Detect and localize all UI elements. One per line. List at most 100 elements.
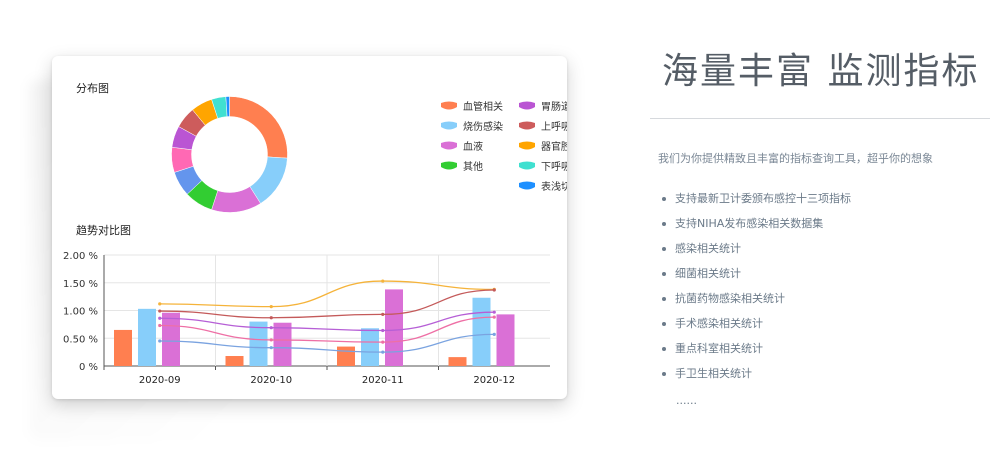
bar[interactable] [337,346,355,366]
bar[interactable] [361,328,379,366]
page-headline: 海量丰富 监测指标 [662,51,980,92]
line-point [158,309,162,313]
line-point [492,310,496,314]
dashboard-card: 分布图 血管相关烧伤感染血液其他 胃肠道上呼吸道器官腔隙下呼吸道表浅切口 趋势对比… [52,56,567,399]
line-point [381,340,385,344]
donut-chart [171,96,288,213]
y-tick-label: 1.00 % [63,307,98,318]
bullet-icon [662,347,666,351]
line-point [269,346,273,350]
legend-item[interactable]: 表浅切口 [517,178,567,193]
line-point [381,312,385,316]
feature-item: 手卫生相关统计 [662,367,851,392]
feature-label: 重点科室相关统计 [675,342,763,355]
bar[interactable] [385,289,403,366]
bar[interactable] [496,314,515,366]
line-point [381,350,385,354]
feature-label: 细菌相关统计 [675,267,741,280]
feature-label: 支持最新卫计委颁布感控十三项指标 [675,192,851,205]
legend-swatch-icon [439,100,463,112]
bullet-icon [662,222,666,226]
x-tick-label: 2020-12 [473,375,515,386]
line-point [381,279,385,283]
bar[interactable] [225,356,244,366]
legend-swatch-icon [439,140,463,152]
legend-item[interactable]: 血液 [439,138,483,153]
feature-item: 支持NIHA发布感染相关数据集 [662,217,851,242]
legend-item[interactable]: 下呼吸道 [517,158,567,173]
legend-swatch-icon [517,180,541,192]
legend-swatch-icon [439,160,463,172]
x-tick-label: 2020-10 [250,375,292,386]
legend-swatch-icon [439,120,463,132]
legend-item[interactable]: 烧伤感染 [439,118,503,133]
line-point [269,326,273,330]
legend-item[interactable]: 器官腔隙 [517,138,567,153]
y-tick-label: 1.50 % [63,279,98,290]
bullet-icon [662,372,666,376]
line-point [269,338,273,342]
bar[interactable] [162,312,180,366]
legend-label: 血管相关 [463,102,503,113]
feature-item: 手术感染相关统计 [662,317,851,342]
bar[interactable] [273,322,292,366]
legend-label: 器官腔隙 [541,142,567,153]
bullet-icon [662,197,666,201]
bar[interactable] [472,297,491,366]
line-point [158,316,162,320]
bar[interactable] [138,308,156,366]
feature-label: 手卫生相关统计 [675,367,752,380]
legend-swatch-icon [517,140,541,152]
feature-item: 细菌相关统计 [662,267,851,292]
line-point [492,315,496,319]
legend-label: 胃肠道 [541,102,567,113]
legend-item[interactable]: 血管相关 [439,98,503,113]
legend-swatch-icon [517,100,541,112]
legend-label: 烧伤感染 [463,122,503,133]
bullet-icon [662,322,666,326]
line-point [158,339,162,343]
page-subtitle: 我们为你提供精致且丰富的指标查询工具，超乎你的想象 [658,152,933,165]
trend-title: 趋势对比图 [76,224,131,237]
feature-item: 支持最新卫计委颁布感控十三项指标 [662,192,851,217]
line-point [158,302,162,306]
feature-item: 抗菌药物感染相关统计 [662,292,851,317]
distribution-title: 分布图 [76,82,109,95]
line-point [158,323,162,328]
legend-label: 下呼吸道 [541,162,567,173]
feature-label: 抗菌药物感染相关统计 [675,292,785,305]
x-tick-label: 2020-11 [362,375,404,386]
bullet-icon [662,247,666,251]
feature-label: 手术感染相关统计 [675,317,763,330]
feature-label: 支持NIHA发布感染相关数据集 [675,217,824,230]
donut-slice[interactable] [229,96,288,159]
line-point [269,305,273,309]
legend-swatch-icon [517,120,541,132]
legend-item[interactable]: 上呼吸道 [517,118,567,133]
legend-item[interactable]: 其他 [439,158,483,173]
bar[interactable] [448,357,467,366]
line-point [492,332,496,336]
y-tick-label: 0 % [79,362,98,373]
y-tick-label: 0.50 % [63,334,98,345]
feature-list: 支持最新卫计委颁布感控十三项指标 支持NIHA发布感染相关数据集 感染相关统计 细菌相… [662,192,851,392]
bullet-icon [662,272,666,276]
feature-item: 重点科室相关统计 [662,342,851,367]
more-ellipsis: ...... [676,394,697,407]
line-point [492,288,496,292]
legend-label: 表浅切口 [541,182,567,193]
legend-label: 血液 [463,142,483,153]
feature-label: 感染相关统计 [675,242,741,255]
feature-item: 感染相关统计 [662,242,851,267]
legend-label: 其他 [463,162,483,173]
headline-divider [650,118,990,119]
trend-chart: 0 % 0.50 % 1.00 % 1.50 % 2.00 % 2020-09 2020-1… [63,251,550,386]
legend-label: 上呼吸道 [541,122,567,133]
x-tick-label: 2020-09 [139,375,181,386]
y-tick-label: 2.00 % [63,251,98,262]
line-point [381,328,385,333]
bar[interactable] [114,329,132,366]
bullet-icon [662,297,666,301]
legend-item[interactable]: 胃肠道 [517,98,567,113]
legend-swatch-icon [517,160,541,172]
